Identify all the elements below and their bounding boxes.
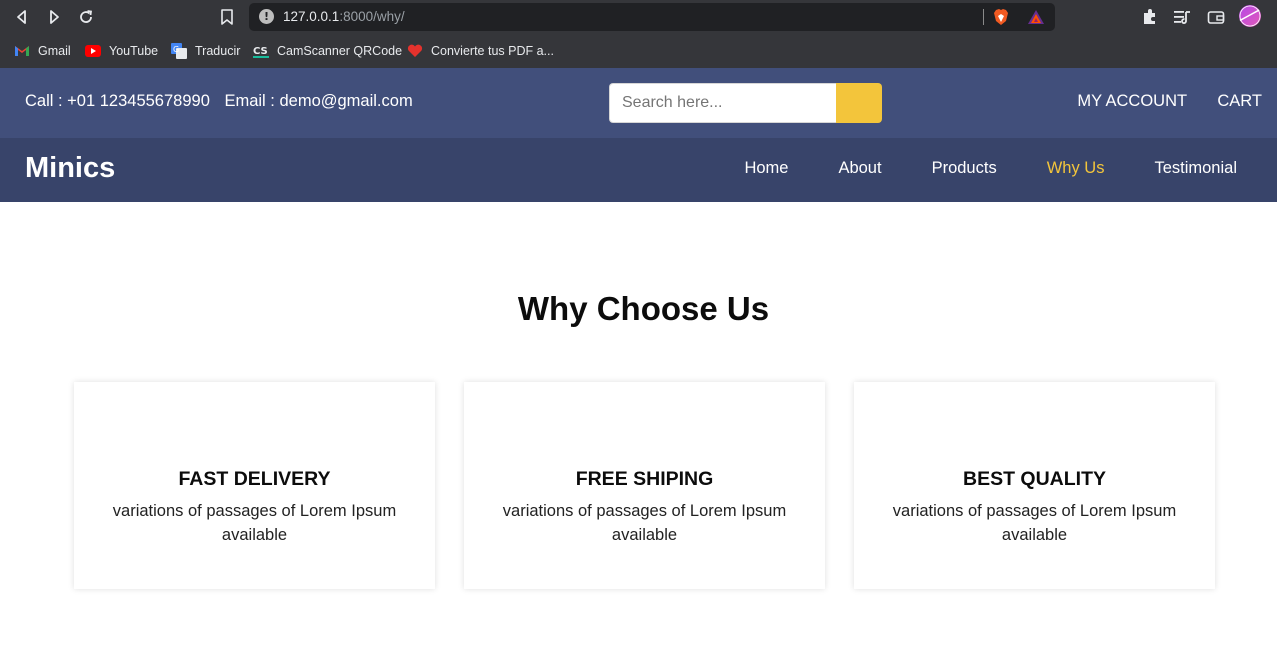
forward-icon[interactable] xyxy=(45,8,63,26)
profile-avatar-icon[interactable] xyxy=(1239,5,1261,27)
extensions-icon[interactable] xyxy=(1141,8,1159,26)
cart-link[interactable]: CART xyxy=(1217,92,1262,110)
translate-icon: G xyxy=(171,43,187,59)
gmail-icon xyxy=(14,43,30,59)
bookmark-convierte-pdf[interactable]: Convierte tus PDF a... xyxy=(407,41,554,61)
bookmark-gmail[interactable]: Gmail xyxy=(14,41,71,61)
card-text: variations of passages of Lorem Ipsum av… xyxy=(502,502,787,544)
bookmark-youtube[interactable]: YouTube xyxy=(85,41,158,61)
back-icon[interactable] xyxy=(13,8,31,26)
bookmark-camscanner[interactable]: CS CamScanner QRCode xyxy=(253,41,402,61)
bookmark-page-icon[interactable] xyxy=(220,9,234,25)
main-nav: Minics Home About Products Why Us Testim… xyxy=(0,138,1277,202)
header-top-bar: Call : +01 123455678990 Email : demo@gma… xyxy=(0,68,1277,138)
bookmarks-bar: Gmail YouTube G Traducir CS CamScanner Q… xyxy=(0,35,1277,68)
card-title: FAST DELIVERY xyxy=(178,468,331,490)
email-text: Email : demo@gmail.com xyxy=(224,92,413,110)
section-heading: Why Choose Us xyxy=(517,290,770,327)
brave-shields-icon[interactable] xyxy=(993,8,1009,26)
media-playlist-icon[interactable] xyxy=(1173,8,1191,26)
svg-text:CS: CS xyxy=(253,46,268,57)
wallet-icon[interactable] xyxy=(1207,8,1225,26)
address-divider xyxy=(983,9,984,25)
camscanner-icon: CS xyxy=(253,43,269,59)
card-title: FREE SHIPING xyxy=(575,468,714,490)
bookmark-traducir[interactable]: G Traducir xyxy=(171,41,240,61)
nav-about[interactable]: About xyxy=(838,159,881,178)
brand-logo[interactable]: Minics xyxy=(25,152,115,185)
feature-card-quality: BEST QUALITY variations of passages of L… xyxy=(854,382,1215,589)
site-info-icon[interactable]: ! xyxy=(259,9,274,24)
account-links: MY ACCOUNT CART xyxy=(1077,92,1262,111)
call-text: Call : +01 123455678990 xyxy=(25,92,210,110)
address-text[interactable]: 127.0.0.1:8000/why/ xyxy=(283,9,405,24)
card-text: variations of passages of Lorem Ipsum av… xyxy=(112,502,397,544)
nav-products[interactable]: Products xyxy=(932,159,997,178)
address-bar[interactable]: ! 127.0.0.1:8000/why/ xyxy=(249,3,1055,31)
card-text: variations of passages of Lorem Ipsum av… xyxy=(892,502,1177,544)
nav-home[interactable]: Home xyxy=(744,159,788,178)
reload-icon[interactable] xyxy=(77,8,95,26)
heart-pdf-icon xyxy=(407,43,423,59)
feature-card-shipping: FREE SHIPING variations of passages of L… xyxy=(464,382,825,589)
nav-menu: Home About Products Why Us Testimonial xyxy=(694,159,1237,178)
youtube-icon xyxy=(85,43,101,59)
my-account-link[interactable]: MY ACCOUNT xyxy=(1077,92,1186,110)
contact-info: Call : +01 123455678990 Email : demo@gma… xyxy=(25,92,413,111)
search-form xyxy=(609,83,882,123)
nav-why-us[interactable]: Why Us xyxy=(1047,159,1105,178)
brave-rewards-icon[interactable] xyxy=(1027,9,1045,25)
nav-testimonial[interactable]: Testimonial xyxy=(1154,159,1237,178)
search-button[interactable] xyxy=(836,83,882,123)
browser-toolbar: ! 127.0.0.1:8000/why/ xyxy=(0,0,1277,35)
card-title: BEST QUALITY xyxy=(962,468,1106,490)
feature-card-delivery: FAST DELIVERY variations of passages of … xyxy=(74,382,435,589)
svg-text:G: G xyxy=(173,45,179,54)
search-input[interactable] xyxy=(609,83,837,123)
